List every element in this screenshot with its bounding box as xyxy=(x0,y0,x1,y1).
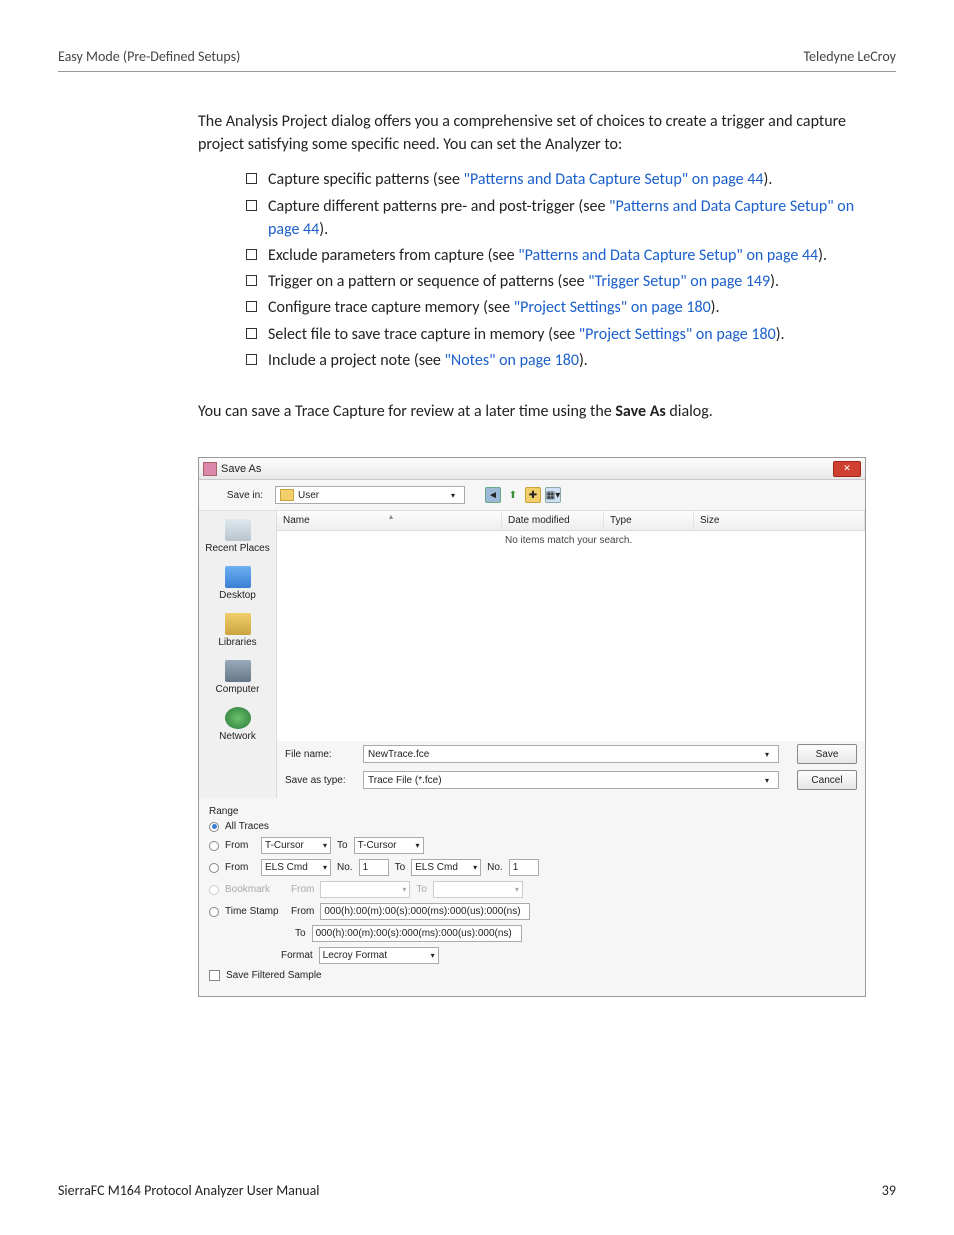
radio-all-traces[interactable] xyxy=(209,822,219,832)
header-left: Easy Mode (Pre-Defined Setups) xyxy=(58,48,240,65)
bullet-item: Capture specific patterns (see "Patterns… xyxy=(246,168,876,191)
bullet-item: Capture different patterns pre- and post… xyxy=(246,195,876,241)
place-computer[interactable]: Computer xyxy=(199,658,276,697)
radio-timestamp[interactable] xyxy=(209,907,219,917)
header-right: Teledyne LeCroy xyxy=(803,48,896,65)
page-header: Easy Mode (Pre-Defined Setups) Teledyne … xyxy=(58,48,896,72)
back-icon[interactable]: ◄ xyxy=(485,487,501,503)
col-size[interactable]: Size xyxy=(694,511,865,530)
bullet-list: Capture specific patterns (see "Patterns… xyxy=(198,168,876,372)
from-cmd-no[interactable]: 1 xyxy=(359,859,389,876)
bullet-item: Configure trace capture memory (see "Pro… xyxy=(246,296,876,319)
to-cursor-combo[interactable]: T-Cursor▾ xyxy=(354,837,424,854)
to-cmd-combo[interactable]: ELS Cmd▾ xyxy=(411,859,481,876)
chevron-down-icon: ▾ xyxy=(760,750,774,759)
file-list: No items match your search. xyxy=(277,531,865,741)
link-proj-2[interactable]: "Project Settings" on page 180 xyxy=(579,325,776,344)
ts-from[interactable]: 000(h):00(m):00(s):000(ms):000(us):000(n… xyxy=(320,903,530,920)
bullet-item: Include a project note (see "Notes" on p… xyxy=(246,349,876,372)
file-name-label: File name: xyxy=(285,749,355,760)
recent-icon xyxy=(225,519,251,541)
link-proj-1[interactable]: "Project Settings" on page 180 xyxy=(514,298,711,317)
bullet-item: Trigger on a pattern or sequence of patt… xyxy=(246,270,876,293)
up-icon[interactable]: ⬆ xyxy=(505,487,521,503)
network-icon xyxy=(225,707,251,729)
save-type-combo[interactable]: Trace File (*.fce)▾ xyxy=(363,771,779,789)
file-name-input[interactable]: NewTrace.fce▾ xyxy=(363,745,779,763)
format-combo[interactable]: Lecroy Format▾ xyxy=(319,947,439,964)
all-traces-label: All Traces xyxy=(225,821,269,832)
range-panel: Range All Traces From T-Cursor▾ To T-Cur… xyxy=(199,798,865,996)
save-in-combo[interactable]: User ▾ xyxy=(275,486,465,504)
save-in-label: Save in: xyxy=(207,490,267,501)
link-trigger[interactable]: "Trigger Setup" on page 149 xyxy=(588,272,770,291)
para-saveas: You can save a Trace Capture for review … xyxy=(198,400,876,423)
chevron-down-icon: ▾ xyxy=(446,488,460,502)
place-libraries[interactable]: Libraries xyxy=(199,611,276,650)
places-bar: Recent Places Desktop Libraries Computer xyxy=(199,511,277,798)
link-patterns-3[interactable]: "Patterns and Data Capture Setup" on pag… xyxy=(518,246,818,265)
save-type-label: Save as type: xyxy=(285,775,355,786)
dialog-title: Save As xyxy=(221,463,829,475)
new-folder-icon[interactable]: ✚ xyxy=(525,487,541,503)
link-patterns-1[interactable]: "Patterns and Data Capture Setup" on pag… xyxy=(464,170,764,189)
app-icon xyxy=(203,462,217,476)
bookmark-to: ▾ xyxy=(433,881,523,898)
filtered-label: Save Filtered Sample xyxy=(226,970,322,981)
radio-from-cursor[interactable] xyxy=(209,841,219,851)
ts-to[interactable]: 000(h):00(m):00(s):000(ms):000(us):000(n… xyxy=(312,925,522,942)
bookmark-from: ▾ xyxy=(320,881,410,898)
place-recent[interactable]: Recent Places xyxy=(199,517,276,556)
views-icon[interactable]: ▦▾ xyxy=(545,487,561,503)
folder-icon xyxy=(280,489,294,501)
close-icon[interactable]: ✕ xyxy=(833,461,861,477)
sort-caret-icon: ▴ xyxy=(389,512,393,521)
bullet-item: Exclude parameters from capture (see "Pa… xyxy=(246,244,876,267)
to-cmd-no[interactable]: 1 xyxy=(509,859,539,876)
intro-paragraph: The Analysis Project dialog offers you a… xyxy=(198,110,876,156)
range-title: Range xyxy=(209,806,855,817)
titlebar: Save As ✕ xyxy=(199,458,865,480)
cancel-button[interactable]: Cancel xyxy=(797,770,857,790)
save-as-dialog: Save As ✕ Save in: User ▾ ◄ ⬆ ✚ ▦▾ xyxy=(198,457,866,997)
empty-message: No items match your search. xyxy=(505,535,632,546)
col-type[interactable]: Type xyxy=(604,511,694,530)
computer-icon xyxy=(225,660,251,682)
link-notes[interactable]: "Notes" on page 180 xyxy=(445,351,579,370)
from-cmd-combo[interactable]: ELS Cmd▾ xyxy=(261,859,331,876)
footer-right: 39 xyxy=(882,1182,896,1199)
radio-from-cmd[interactable] xyxy=(209,863,219,873)
col-name[interactable]: Name▴ xyxy=(277,511,502,530)
page-footer: SierraFC M164 Protocol Analyzer User Man… xyxy=(58,1182,896,1199)
from-cursor-combo[interactable]: T-Cursor▾ xyxy=(261,837,331,854)
footer-left: SierraFC M164 Protocol Analyzer User Man… xyxy=(58,1182,320,1199)
col-date[interactable]: Date modified xyxy=(502,511,604,530)
save-button[interactable]: Save xyxy=(797,744,857,764)
save-in-row: Save in: User ▾ ◄ ⬆ ✚ ▦▾ xyxy=(199,480,865,511)
bullet-item: Select file to save trace capture in mem… xyxy=(246,323,876,346)
list-header: Name▴ Date modified Type Size xyxy=(277,511,865,531)
place-desktop[interactable]: Desktop xyxy=(199,564,276,603)
chevron-down-icon: ▾ xyxy=(760,776,774,785)
checkbox-filtered[interactable] xyxy=(209,970,220,981)
desktop-icon xyxy=(225,566,251,588)
radio-bookmark[interactable] xyxy=(209,885,219,895)
libraries-icon xyxy=(225,613,251,635)
place-network[interactable]: Network xyxy=(199,705,276,744)
